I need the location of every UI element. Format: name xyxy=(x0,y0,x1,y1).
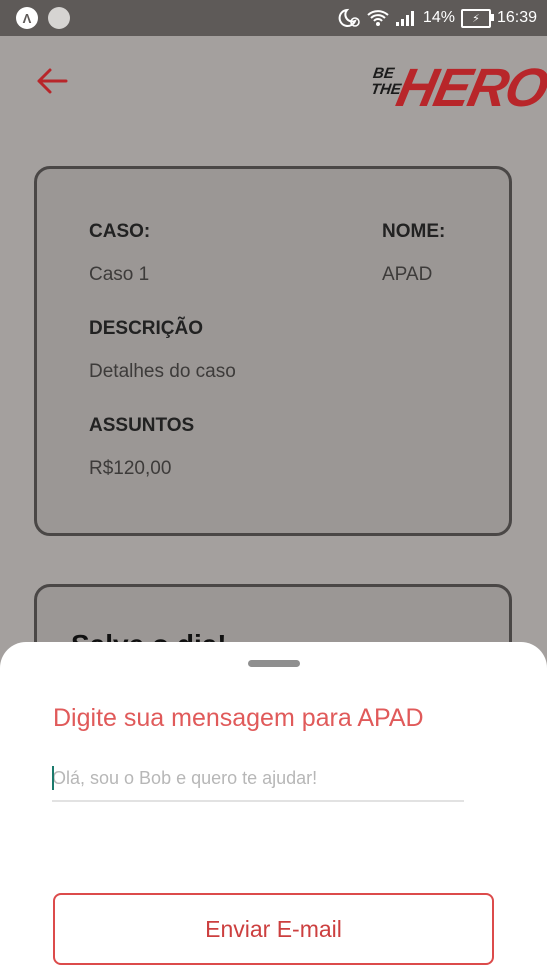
wifi-icon xyxy=(367,9,389,27)
subjects-label: ASSUNTOS xyxy=(89,415,195,436)
status-bar: Λ 14% ⚡ 16:39 xyxy=(0,0,547,36)
send-email-button[interactable]: Enviar E-mail xyxy=(53,893,494,965)
sheet-title: Digite sua mensagem para APAD xyxy=(53,704,424,732)
case-label: CASO: xyxy=(89,221,151,242)
notification-dot-icon xyxy=(48,7,70,29)
be-the-hero-logo: BE THE HERO xyxy=(370,58,547,124)
status-left-icons: Λ xyxy=(16,7,70,29)
moon-alarm-icon xyxy=(337,8,361,28)
notification-app-icon: Λ xyxy=(16,7,38,29)
logo-hero-text: HERO xyxy=(391,58,547,118)
message-bottom-sheet: Digite sua mensagem para APAD Enviar E-m… xyxy=(0,642,547,967)
clock: 16:39 xyxy=(496,9,537,26)
sheet-drag-handle[interactable] xyxy=(248,660,300,667)
subjects-value: R$120,00 xyxy=(89,458,172,479)
signal-icon xyxy=(395,10,417,26)
description-label: DESCRIÇÃO xyxy=(89,318,204,339)
detail-screen: BE THE HERO CASO: Caso 1 NOME: APAD DESC… xyxy=(0,36,547,967)
case-value: Caso 1 xyxy=(89,264,150,285)
case-card: CASO: Caso 1 NOME: APAD DESCRIÇÃO Detalh… xyxy=(34,166,512,536)
name-value: APAD xyxy=(382,264,433,285)
battery-percent: 14% xyxy=(422,9,455,26)
description-value: Detalhes do caso xyxy=(89,361,236,382)
text-cursor xyxy=(52,766,54,790)
name-label: NOME: xyxy=(382,221,446,242)
status-right-icons: 14% ⚡ 16:39 xyxy=(337,8,537,28)
back-arrow-icon[interactable] xyxy=(34,66,70,96)
message-input[interactable] xyxy=(52,760,464,802)
battery-charging-icon: ⚡ xyxy=(460,8,494,28)
